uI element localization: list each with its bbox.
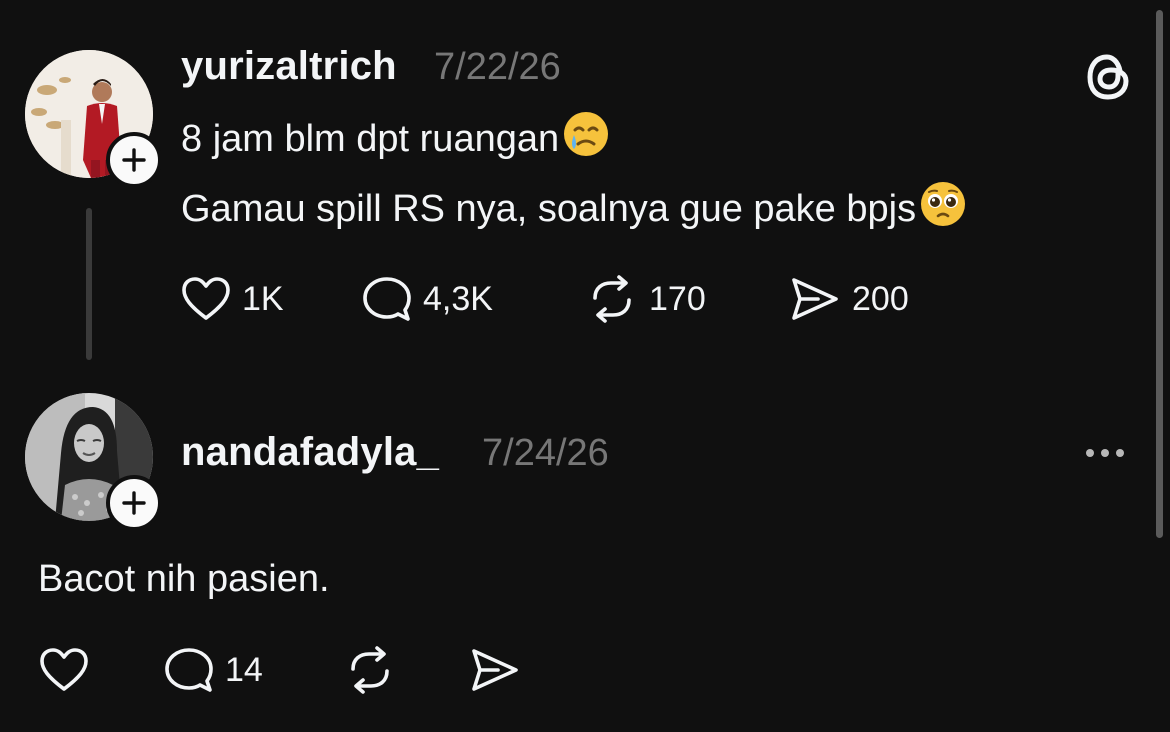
reply-text: Bacot nih pasien.: [38, 558, 330, 600]
more-options-button[interactable]: [1086, 449, 1124, 457]
send-icon: [468, 645, 522, 695]
reply-repost-button[interactable]: [343, 645, 407, 695]
post-text-line-1-content: 8 jam blm dpt ruangan: [181, 117, 560, 160]
face-holding-back-tears-emoji: [561, 109, 611, 169]
send-icon: [788, 274, 842, 324]
post-share-count: 200: [852, 279, 909, 318]
post-reply-count: 4,3K: [423, 279, 493, 318]
post-repost-button[interactable]: 170: [585, 274, 706, 324]
heart-icon: [38, 645, 90, 695]
threads-logo-icon[interactable]: [1082, 51, 1134, 103]
comment-bubble-icon: [361, 274, 413, 324]
more-dot-icon: [1086, 449, 1094, 457]
post-like-button[interactable]: 1K: [180, 274, 284, 324]
pleading-face-emoji: [918, 179, 968, 239]
post-repost-count: 170: [649, 279, 706, 318]
post-like-count: 1K: [242, 279, 284, 318]
post-username[interactable]: yurizaltrich: [181, 44, 397, 89]
post-text-line-2-content: Gamau spill RS nya, soalnya gue pake bpj…: [181, 187, 917, 230]
post-share-button[interactable]: 200: [788, 274, 909, 324]
post-timestamp: 7/22/26: [434, 46, 561, 88]
reply-timestamp: 7/24/26: [482, 432, 609, 474]
plus-icon: [122, 148, 146, 172]
more-dot-icon: [1101, 449, 1109, 457]
comment-bubble-icon: [163, 645, 215, 695]
post-text-line-1: 8 jam blm dpt ruangan: [181, 112, 611, 164]
thread-connector-line: [86, 208, 92, 360]
follow-user-button[interactable]: [106, 132, 162, 188]
reply-username[interactable]: nandafadyla_: [181, 430, 439, 475]
post-reply-button[interactable]: 4,3K: [361, 274, 493, 324]
scrollbar[interactable]: [1156, 10, 1163, 538]
reply-like-button[interactable]: [38, 645, 100, 695]
follow-user-button[interactable]: [106, 475, 162, 531]
reply-reply-count: 14: [225, 650, 263, 689]
more-dot-icon: [1116, 449, 1124, 457]
repost-icon: [343, 645, 397, 695]
repost-icon: [585, 274, 639, 324]
reply-share-button[interactable]: [468, 645, 532, 695]
heart-icon: [180, 274, 232, 324]
post-text-line-2: Gamau spill RS nya, soalnya gue pake bpj…: [181, 182, 968, 234]
plus-icon: [122, 491, 146, 515]
reply-reply-button[interactable]: 14: [163, 645, 263, 695]
